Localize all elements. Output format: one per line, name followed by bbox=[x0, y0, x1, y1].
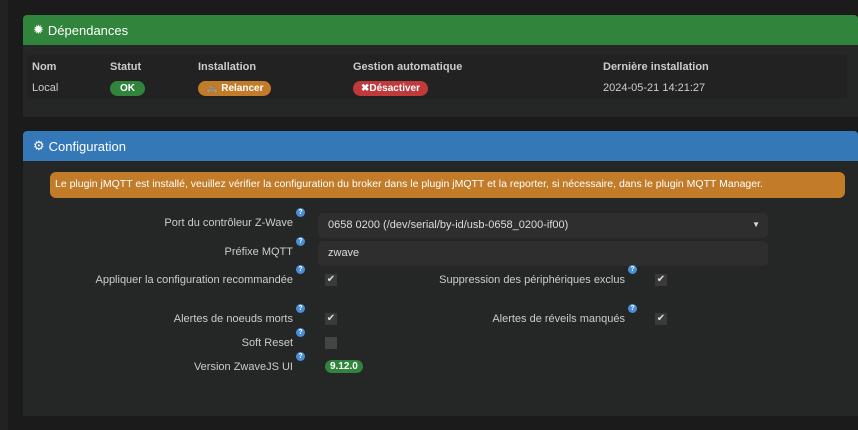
exclude-label: Suppression des périphériques exclus bbox=[439, 274, 625, 286]
dep-name: Local bbox=[32, 82, 59, 94]
relaunch-label: Relancer bbox=[221, 82, 264, 94]
exclude-checkbox[interactable]: ✔ bbox=[655, 274, 667, 286]
cog-icon: ✹ bbox=[33, 22, 44, 37]
col-gestion: Gestion automatique bbox=[353, 61, 463, 73]
col-installation: Installation bbox=[198, 61, 257, 73]
table-row: Local OK 🚲 Relancer ✖Désactiver 2024-05-… bbox=[27, 77, 847, 99]
col-derniere: Dernière installation bbox=[603, 61, 709, 73]
prefix-input[interactable]: zwave bbox=[318, 241, 768, 266]
soft-reset-label: Soft Reset bbox=[241, 337, 293, 349]
configuration-panel: ⚙ Configuration Le plugin jMQTT est insta… bbox=[23, 131, 858, 416]
wake-checkbox[interactable]: ✔ bbox=[655, 313, 667, 325]
last-install-date: 2024-05-21 14:21:27 bbox=[603, 82, 706, 94]
port-value: 0658 0200 (/dev/serial/by-id/usb-0658_02… bbox=[328, 219, 569, 231]
dependencies-panel: ✹ Dépendances Nom Statut Installation Gestio… bbox=[23, 15, 858, 117]
help-icon[interactable]: ? bbox=[296, 328, 305, 337]
version-badge: 9.12.0 bbox=[325, 360, 363, 373]
sidebar-edge bbox=[0, 0, 8, 430]
col-nom: Nom bbox=[32, 61, 57, 73]
status-badge: OK bbox=[110, 80, 145, 96]
help-icon[interactable]: ? bbox=[628, 304, 637, 313]
cogs-icon: ⚙ bbox=[33, 138, 45, 153]
col-statut: Statut bbox=[110, 61, 142, 73]
dependencies-header: ✹ Dépendances bbox=[23, 15, 858, 45]
help-icon[interactable]: ? bbox=[296, 352, 305, 361]
deactivate-label: Désactiver bbox=[369, 82, 420, 94]
jmqtt-alert: Le plugin jMQTT est installé, veuillez v… bbox=[50, 172, 845, 198]
help-icon[interactable]: ? bbox=[628, 265, 637, 274]
relaunch-button[interactable]: 🚲 Relancer bbox=[198, 80, 272, 96]
dependencies-table: Nom Statut Installation Gestion automatique… bbox=[27, 55, 847, 99]
help-icon[interactable]: ? bbox=[296, 208, 305, 217]
soft-reset-checkbox[interactable] bbox=[325, 337, 337, 349]
wake-label: Alertes de réveils manqués bbox=[492, 313, 625, 325]
deactivate-button[interactable]: ✖Désactiver bbox=[353, 80, 428, 96]
help-icon[interactable]: ? bbox=[296, 237, 305, 246]
chevron-down-icon: ▼ bbox=[752, 220, 760, 229]
version-label: Version ZwaveJS UI bbox=[193, 361, 293, 373]
port-select[interactable]: 0658 0200 (/dev/serial/by-id/usb-0658_02… bbox=[318, 213, 768, 238]
port-label: Port du contrôleur Z-Wave bbox=[164, 217, 293, 229]
prefix-label: Préfixe MQTT bbox=[224, 246, 293, 258]
configuration-header: ⚙ Configuration bbox=[23, 131, 858, 161]
